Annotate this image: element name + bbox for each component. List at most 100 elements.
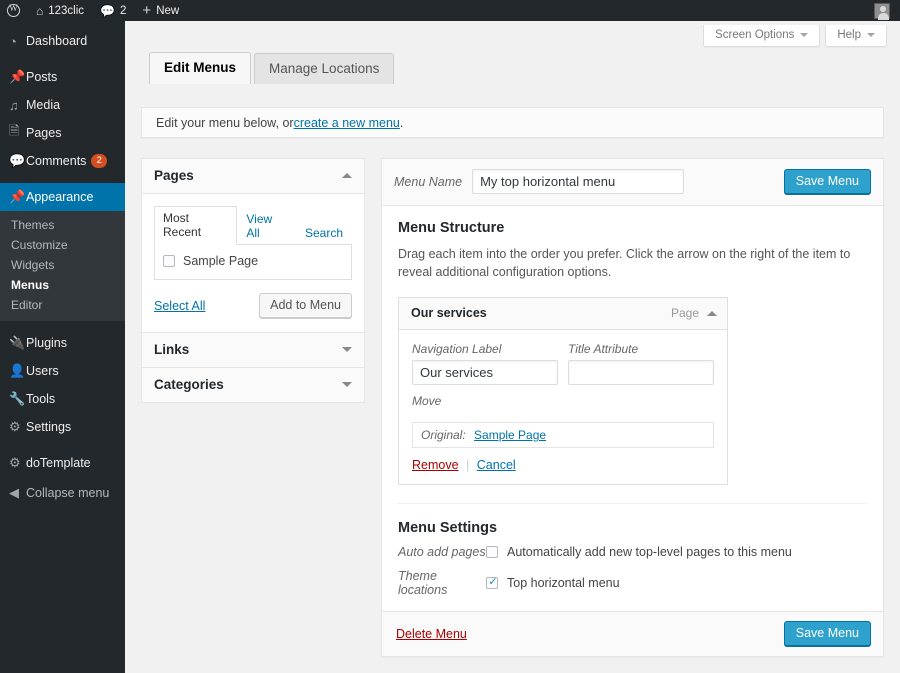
- triangle-up-icon[interactable]: [707, 310, 717, 316]
- sidebar-subitem-menus[interactable]: Menus: [0, 275, 125, 295]
- theme-locations-label: Theme locations: [398, 569, 448, 598]
- pages-tab-search[interactable]: Search: [296, 221, 352, 245]
- cancel-menu-item-link[interactable]: Cancel: [477, 458, 516, 472]
- accordion-header-pages[interactable]: Pages: [142, 159, 364, 194]
- sliders-icon: ⚙: [9, 419, 21, 434]
- original-page-link[interactable]: Sample Page: [474, 428, 546, 442]
- theme-locations-row: Theme locations Top horizontal menu: [398, 569, 867, 597]
- menu-item-fields: Navigation Label Title Attribute: [412, 342, 714, 386]
- comments-count-label: 2: [120, 4, 127, 17]
- site-name-label: 123clic: [48, 4, 85, 17]
- add-to-menu-button[interactable]: Add to Menu: [259, 293, 352, 318]
- save-menu-button-top[interactable]: Save Menu: [783, 169, 871, 194]
- theme-locations-control[interactable]: Top horizontal menu: [486, 575, 620, 591]
- comments-bubble-button[interactable]: 💬 2: [92, 0, 134, 21]
- accordion-section-pages: Pages Most Recent View All Search Sample…: [141, 158, 365, 333]
- auto-add-pages-control[interactable]: Automatically add new top-level pages to…: [486, 545, 792, 559]
- checkbox-sample-page[interactable]: [163, 255, 175, 267]
- triangle-down-icon[interactable]: [342, 382, 352, 387]
- help-button[interactable]: Help: [825, 25, 887, 47]
- pages-actions: Select All Add to Menu: [154, 293, 352, 318]
- sidebar-item-pages[interactable]: 🗎 Pages: [0, 119, 125, 147]
- sidebar-item-appearance[interactable]: 📌 Appearance: [0, 183, 133, 211]
- delete-menu-link[interactable]: Delete Menu: [396, 627, 467, 641]
- remove-menu-item-link[interactable]: Remove: [412, 458, 459, 472]
- select-all-link[interactable]: Select All: [154, 299, 205, 313]
- triangle-down-icon[interactable]: [342, 347, 352, 352]
- plug-icon: 🔌: [9, 335, 26, 350]
- main-content: Screen Options Help Edit Menus Manage Lo…: [125, 21, 900, 673]
- instructions-text-before: Edit your menu below, or: [156, 115, 294, 130]
- sidebar-item-comments[interactable]: 💬 Comments 2: [0, 147, 125, 175]
- accordion-title: Categories: [154, 377, 224, 392]
- title-attribute-label: Title Attribute: [568, 342, 639, 357]
- sidebar-item-label: Users: [26, 364, 59, 378]
- wordpress-logo-button[interactable]: [0, 0, 28, 21]
- menu-structure-body: Menu Structure Drag each item into the o…: [382, 206, 883, 597]
- accordion-header-links[interactable]: Links: [142, 333, 364, 367]
- admin-bar: ⌂ 123clic 💬 2 + New: [0, 0, 900, 21]
- sidebar-item-label: Collapse menu: [26, 486, 110, 500]
- sidebar-item-label: Appearance: [26, 190, 94, 204]
- accordion-title: Pages: [154, 168, 194, 183]
- menu-instructions-bar: Edit your menu below, or create a new me…: [141, 107, 884, 138]
- checkbox-auto-add-pages[interactable]: [486, 546, 498, 559]
- list-item[interactable]: Sample Page: [163, 254, 343, 268]
- sidebar-item-tools[interactable]: 🔧 Tools: [0, 385, 125, 413]
- move-label: Move: [412, 394, 442, 409]
- sidebar-subitem-customize[interactable]: Customize: [0, 235, 125, 255]
- plus-icon: +: [142, 2, 152, 19]
- pages-tab-most-recent[interactable]: Most Recent: [154, 206, 238, 245]
- menu-item-actions: Remove | Cancel: [412, 458, 714, 472]
- save-menu-button-bottom[interactable]: Save Menu: [783, 621, 871, 647]
- sidebar-item-media[interactable]: ♫ Media: [0, 91, 125, 119]
- dashboard-icon: ◔: [9, 33, 17, 49]
- pages-tab-view-all[interactable]: View All: [237, 207, 296, 245]
- create-new-menu-link[interactable]: create a new menu: [294, 116, 400, 130]
- new-content-button[interactable]: + New: [134, 0, 187, 21]
- accordion-header-categories[interactable]: Categories: [142, 368, 364, 402]
- list-item-label: Sample Page: [183, 254, 259, 268]
- checkbox-top-horizontal-menu[interactable]: [486, 575, 499, 590]
- sidebar-item-plugins[interactable]: 🔌 Plugins: [0, 329, 125, 357]
- menu-name-input[interactable]: [472, 169, 685, 194]
- chevron-down-icon: [800, 33, 809, 37]
- action-separator: |: [466, 458, 470, 473]
- sidebar-item-settings[interactable]: ⚙ Settings: [0, 413, 125, 441]
- pages-checkbox-list: Sample Page: [154, 245, 352, 280]
- comment-bubble-icon: 💬: [9, 153, 26, 168]
- user-avatar-icon[interactable]: [874, 2, 890, 20]
- sidebar-item-users[interactable]: 👤 Users: [0, 357, 125, 385]
- menu-edit-panel: Menu Name Save Menu Menu Structure Drag …: [381, 158, 884, 658]
- sidebar-item-collapse-menu[interactable]: ◀ Collapse menu: [0, 479, 125, 507]
- sidebar-subitem-editor[interactable]: Editor: [0, 295, 125, 315]
- home-icon: ⌂: [36, 3, 44, 18]
- title-attribute-input[interactable]: [568, 360, 714, 386]
- screen-meta-links: Screen Options Help: [703, 25, 887, 47]
- sidebar-item-posts[interactable]: 📌 Posts: [0, 63, 125, 91]
- triangle-up-icon[interactable]: [342, 173, 352, 178]
- original-row: Original: Sample Page: [412, 422, 714, 449]
- sidebar-subitem-widgets[interactable]: Widgets: [0, 255, 125, 275]
- sidebar-item-label: Plugins: [26, 336, 67, 350]
- menu-item-header-right: Page: [671, 306, 717, 320]
- tab-manage-locations[interactable]: Manage Locations: [254, 53, 395, 84]
- comments-badge: 2: [91, 153, 107, 169]
- theme-locations-text: Top horizontal menu: [507, 576, 620, 591]
- menu-item-header[interactable]: Our services Page: [399, 298, 727, 331]
- sidebar-item-dotemplate[interactable]: ⚙ doTemplate: [0, 449, 125, 477]
- sidebar-item-dashboard[interactable]: ◔ Dashboard: [0, 27, 125, 55]
- title-attribute-field: Title Attribute: [568, 342, 714, 386]
- menu-name-bar: Menu Name Save Menu: [382, 159, 883, 206]
- navigation-label-input[interactable]: [412, 360, 558, 386]
- sidebar-item-label: Tools: [26, 392, 56, 406]
- sidebar-divider: [0, 321, 125, 329]
- admin-sidebar: ◔ Dashboard 📌 Posts ♫ Media 🗎 Pages 💬 Co…: [0, 21, 133, 673]
- section-divider: [398, 503, 867, 505]
- sidebar-subitem-themes[interactable]: Themes: [0, 215, 125, 235]
- screen-options-button[interactable]: Screen Options: [703, 25, 821, 47]
- tab-edit-menus[interactable]: Edit Menus: [149, 52, 252, 84]
- site-name-button[interactable]: ⌂ 123clic: [28, 0, 92, 21]
- sidebar-item-label: Pages: [26, 126, 62, 140]
- new-label: New: [156, 4, 180, 17]
